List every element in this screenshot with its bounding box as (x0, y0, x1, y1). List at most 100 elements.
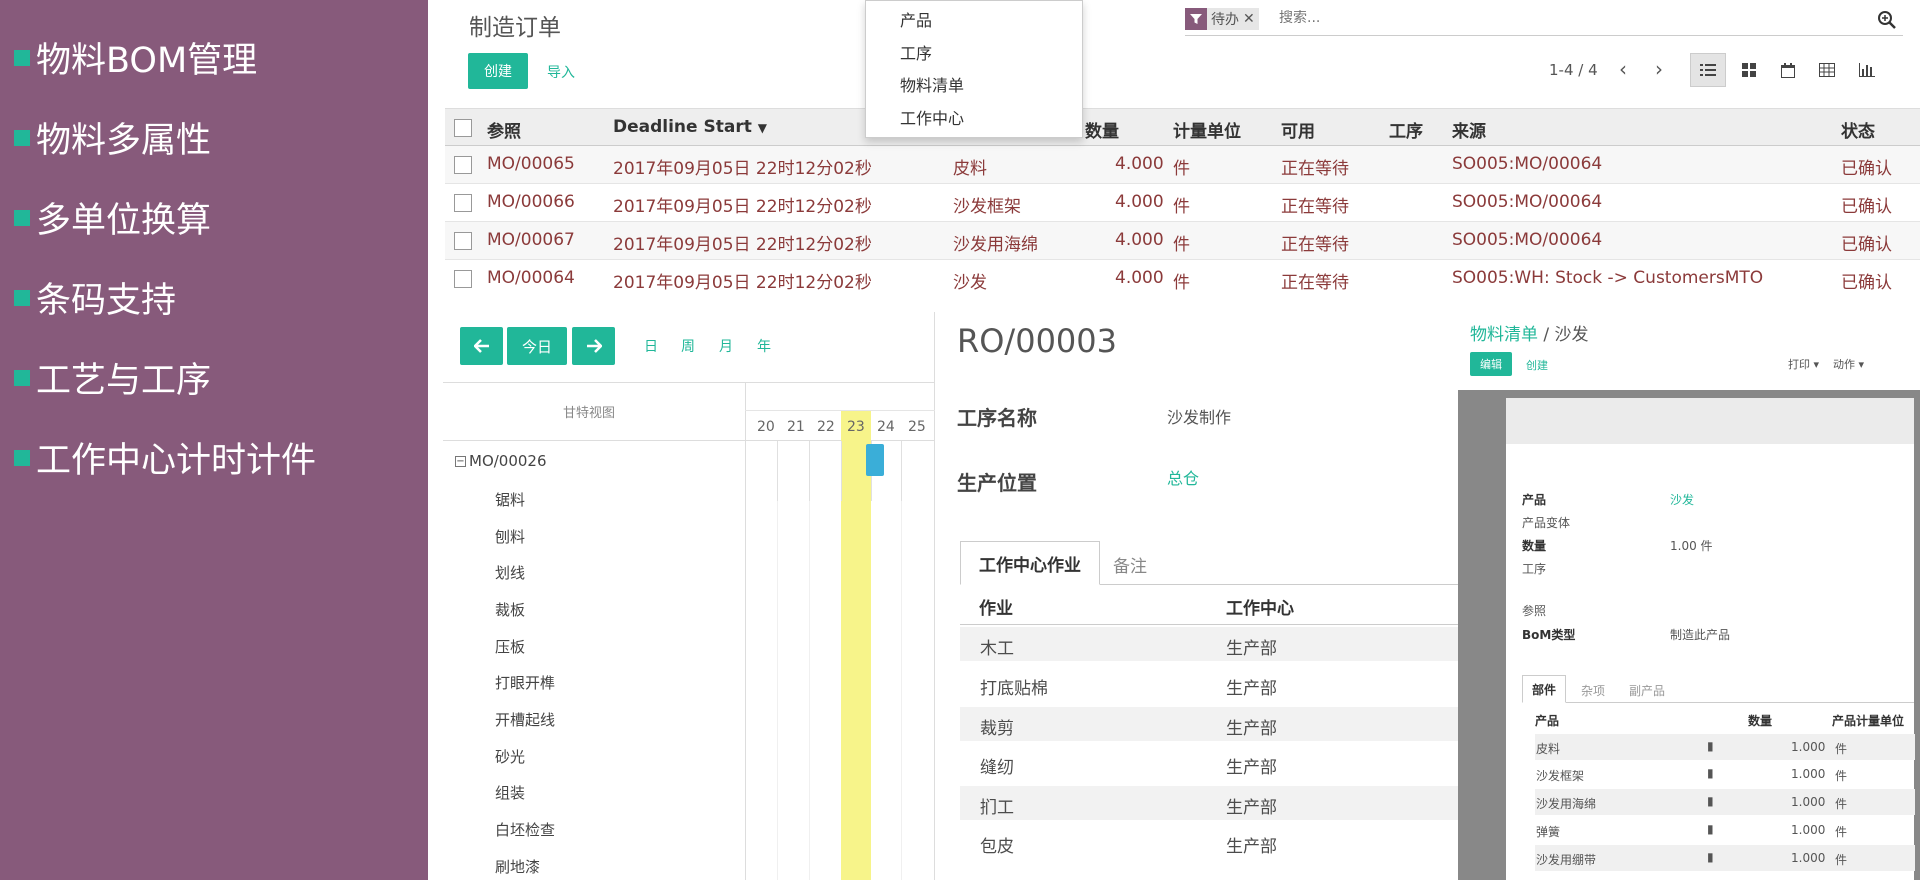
col-routing[interactable]: 工序 (1389, 117, 1423, 142)
pivot-view-icon[interactable] (1809, 53, 1845, 87)
document-icon[interactable]: ▮ (1707, 739, 1714, 753)
groupby-routing[interactable]: 工序 (900, 40, 932, 64)
gantt-bar[interactable] (866, 444, 884, 476)
gantt-day: 23 (847, 419, 865, 435)
document-icon[interactable]: ▮ (1707, 850, 1714, 864)
feature-item: 物料多属性 (14, 112, 211, 163)
op-row[interactable]: 扪工 生产部 (960, 786, 1460, 820)
sort-down-icon: ▼ (757, 121, 767, 135)
square-bullet-icon (14, 209, 30, 226)
tab-workcenter-ops[interactable]: 工作中心作业 (960, 541, 1100, 585)
gantt-day: 22 (817, 419, 835, 435)
bom-line[interactable]: 沙发框架 ▮ 1.000 件 (1535, 761, 1915, 787)
gantt-day: 21 (787, 419, 805, 435)
gantt-task: 砂光 (495, 748, 526, 766)
document-icon[interactable]: ▮ (1707, 766, 1714, 780)
list-view-icon[interactable] (1690, 53, 1726, 87)
bom-product-link[interactable]: 沙发 (1670, 491, 1694, 508)
gantt-task: 刷地漆 (495, 858, 541, 876)
page-title: 制造订单 (469, 15, 561, 41)
gantt-today-button[interactable]: 今日 (507, 327, 567, 365)
select-all-checkbox[interactable] (454, 119, 472, 137)
table-row[interactable]: MO/00064 2017年09月05日 22时12分02秒 沙发 4.000 … (445, 260, 1920, 298)
op-row[interactable]: 裁剪 生产部 (960, 707, 1460, 741)
action-dropdown[interactable]: 动作 ▾ (1833, 356, 1864, 372)
scale-week[interactable]: 周 (681, 336, 695, 356)
table-row[interactable]: MO/00066 2017年09月05日 22时12分02秒 沙发框架 4.00… (445, 184, 1920, 222)
gantt-next-button[interactable] (572, 327, 615, 365)
feature-item: 多单位换算 (14, 192, 211, 243)
bom-line[interactable]: 沙发用绷带 ▮ 1.000 件 (1535, 845, 1915, 871)
import-button[interactable]: 导入 (547, 62, 575, 82)
row-checkbox[interactable] (454, 270, 472, 288)
groupby-workcenter[interactable]: 工作中心 (900, 105, 964, 129)
scale-month[interactable]: 月 (719, 336, 733, 356)
document-icon[interactable]: ▮ (1707, 794, 1714, 808)
gantt-day: 20 (757, 419, 775, 435)
col-state[interactable]: 状态 (1841, 117, 1875, 142)
col-deadline[interactable]: Deadline Start ▼ (613, 117, 767, 137)
op-row[interactable]: 打底贴棉 生产部 (960, 667, 1460, 701)
search-bar[interactable]: 待办 ✕ (1185, 4, 1903, 36)
col-origin[interactable]: 来源 (1452, 117, 1486, 142)
row-checkbox[interactable] (454, 232, 472, 250)
square-bullet-icon (14, 289, 30, 306)
gantt-group-row[interactable]: − MO/00026 (455, 452, 547, 470)
routing-location-link[interactable]: 总仓 (1167, 465, 1199, 489)
col-qty[interactable]: 数量 (1085, 117, 1119, 142)
search-facet[interactable]: 待办 ✕ (1185, 8, 1259, 30)
op-row[interactable]: 木工 生产部 (960, 627, 1460, 661)
calendar-view-icon[interactable] (1770, 53, 1806, 87)
gantt-prev-button[interactable] (460, 327, 503, 365)
row-checkbox[interactable] (454, 194, 472, 212)
search-icon[interactable] (1877, 10, 1897, 34)
gantt-day: 25 (908, 419, 926, 435)
breadcrumb-current: 沙发 (1554, 325, 1589, 345)
col-ref[interactable]: 参照 (487, 117, 521, 142)
collapse-icon[interactable]: − (455, 455, 466, 467)
col-uom[interactable]: 计量单位 (1173, 117, 1241, 142)
bom-line[interactable]: 弹簧 ▮ 1.000 件 (1535, 817, 1915, 843)
bom-col-product: 产品 (1535, 714, 1560, 728)
groupby-bom[interactable]: 物料清单 (900, 72, 964, 96)
op-row[interactable]: 包皮 生产部 (960, 825, 1460, 859)
pager-prev-icon[interactable]: ‹ (1619, 57, 1627, 81)
graph-view-icon[interactable] (1849, 53, 1885, 87)
gantt-view-label: 甘特视图 (563, 406, 616, 421)
groupby-product[interactable]: 产品 (900, 7, 932, 31)
bom-type-value: 制造此产品 (1670, 628, 1731, 642)
bom-product-label: 产品 (1522, 493, 1547, 507)
gantt-task: 划线 (495, 564, 526, 582)
print-dropdown[interactable]: 打印 ▾ (1788, 356, 1819, 372)
op-row[interactable]: 缝纫 生产部 (960, 746, 1460, 780)
gantt-task: 开槽起线 (495, 711, 556, 729)
col-availability[interactable]: 可用 (1281, 117, 1315, 142)
breadcrumb: 物料清单 / 沙发 (1470, 325, 1589, 345)
bom-tab-byproducts[interactable]: 副产品 (1629, 682, 1665, 699)
bom-create-button[interactable]: 创建 (1526, 357, 1548, 373)
routing-name-value: 沙发制作 (1167, 408, 1232, 427)
tab-notes[interactable]: 备注 (1113, 552, 1147, 577)
bom-col-qty: 数量 (1748, 714, 1773, 728)
row-checkbox[interactable] (454, 156, 472, 174)
create-button[interactable]: 创建 (468, 53, 528, 89)
table-row[interactable]: MO/00065 2017年09月05日 22时12分02秒 皮料 4.000 … (445, 146, 1920, 184)
bom-line[interactable]: 沙发用海绵 ▮ 1.000 件 (1535, 789, 1915, 815)
bom-tab-components[interactable]: 部件 (1522, 675, 1566, 703)
pager-next-icon[interactable]: › (1655, 57, 1663, 81)
bom-edit-button[interactable]: 编辑 (1470, 352, 1512, 376)
scale-day[interactable]: 日 (644, 336, 658, 356)
bom-line[interactable]: 皮料 ▮ 1.000 件 (1535, 734, 1915, 760)
remove-facet-icon[interactable]: ✕ (1243, 11, 1259, 27)
bom-tab-misc[interactable]: 杂项 (1581, 682, 1605, 699)
gantt-task: 裁板 (495, 601, 526, 619)
breadcrumb-bom-link[interactable]: 物料清单 (1470, 325, 1538, 345)
search-input[interactable] (1279, 10, 1839, 26)
scale-year[interactable]: 年 (757, 336, 771, 356)
routing-location-label: 生产位置 (957, 471, 1037, 495)
gantt-today-column (841, 411, 871, 880)
document-icon[interactable]: ▮ (1707, 822, 1714, 836)
gantt-task: 白坯检查 (495, 821, 556, 839)
kanban-view-icon[interactable] (1731, 53, 1767, 87)
table-row[interactable]: MO/00067 2017年09月05日 22时12分02秒 沙发用海绵 4.0… (445, 222, 1920, 260)
